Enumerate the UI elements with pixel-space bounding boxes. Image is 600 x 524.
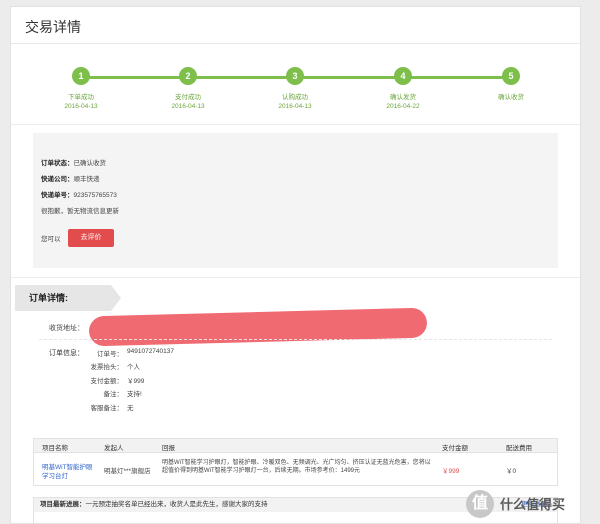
- field-value: 个人: [127, 364, 140, 371]
- paid-amount: ￥999: [442, 468, 460, 475]
- order-details-heading: 订单详情:: [15, 285, 121, 311]
- watermark-text: 什么值得买: [500, 497, 566, 512]
- column-header: 项目名称: [42, 445, 68, 452]
- courier-label: 快递公司：: [41, 176, 74, 183]
- tracking-label: 快递单号：: [41, 192, 74, 199]
- order-info-title: 订单信息：: [49, 350, 84, 357]
- project-link[interactable]: 明基WiT智能护眼学习台灯: [42, 463, 98, 481]
- trade-detail-page: 交易详情 1 下单成功 2016-04-13 2 支付成功 2016-04-13…: [10, 6, 581, 524]
- field-key: 发票抬头：: [90, 364, 124, 371]
- field-key: 客服备注：: [90, 405, 124, 412]
- step-label: 确认收货: [498, 94, 524, 101]
- review-prompt: 您可以: [41, 236, 61, 243]
- tag-arrow: [111, 285, 121, 311]
- project-table: 项目名称 发起人 回报 支付金额 配送费用 明基WiT智能护眼学习台灯 明基灯*…: [33, 438, 558, 486]
- watermark: 值 什么值得买: [466, 490, 596, 520]
- section-title: 订单详情:: [15, 285, 111, 311]
- step-label: 下单成功: [68, 94, 94, 101]
- step-label: 确认发货: [390, 94, 416, 101]
- field-key: 支付金额：: [90, 378, 124, 385]
- order-status: 订单状态：已确认收货: [41, 157, 106, 167]
- order-status-value: 已确认收货: [73, 160, 107, 167]
- field-key: 备注：: [103, 391, 124, 398]
- divider: [11, 124, 580, 125]
- courier-company: 快递公司：顺丰快递: [41, 173, 100, 183]
- column-header: 回报: [162, 445, 175, 452]
- watermark-logo-icon: 值: [466, 490, 494, 518]
- column-header: 支付金额: [442, 445, 468, 452]
- step-date: 2016-04-13: [171, 103, 205, 110]
- step-number: 1: [72, 67, 90, 85]
- step-label: 支付成功: [175, 94, 201, 101]
- courier-value: 顺丰快递: [73, 176, 100, 183]
- step-date: 2016-04-13: [278, 103, 312, 110]
- field-key: 订单号：: [97, 351, 123, 358]
- divider: [11, 277, 580, 278]
- step-5: 5 确认收货: [471, 67, 551, 103]
- step-date: 2016-04-22: [386, 103, 420, 110]
- latest-progress-text: 一元预定抽奖名单已经出来，收货人是此先生，感谢大家的支持: [85, 501, 268, 508]
- logistics-note: 很抱歉，暂无物流信息更新: [41, 208, 119, 215]
- shipping-fee: ￥0: [506, 468, 517, 475]
- field-value: ￥999: [127, 378, 145, 385]
- field-value: 无: [127, 405, 134, 412]
- redaction-mark: [88, 307, 428, 347]
- table-header: 项目名称 发起人 回报 支付金额 配送费用: [34, 439, 557, 453]
- step-number: 3: [286, 67, 304, 85]
- review-button[interactable]: 去评价: [68, 229, 114, 247]
- reward-description: 明基WiT智能学习护眼灯，智能护眼、冷暖双色、无频调光、光广均匀、挤压认证无蓝光…: [162, 460, 431, 474]
- tracking-value: 923575765573: [73, 192, 117, 199]
- order-status-label: 订单状态：: [41, 160, 74, 167]
- column-header: 发起人: [104, 445, 124, 452]
- initiator: 明基灯***旗舰店: [104, 468, 151, 475]
- divider: [39, 339, 552, 340]
- field-value: 9491072740137: [127, 348, 174, 355]
- step-number: 4: [394, 67, 412, 85]
- address-label: 收货地址：: [49, 325, 84, 332]
- step-1: 1 下单成功 2016-04-13: [41, 67, 121, 110]
- field-value: 支持!: [127, 391, 142, 398]
- step-4: 4 确认发货 2016-04-22: [363, 67, 443, 110]
- column-header: 配送费用: [506, 445, 532, 452]
- order-progress: 1 下单成功 2016-04-13 2 支付成功 2016-04-13 3 认购…: [11, 7, 580, 127]
- step-3: 3 认购成功 2016-04-13: [255, 67, 335, 110]
- step-date: 2016-04-13: [64, 103, 98, 110]
- step-label: 认购成功: [282, 94, 308, 101]
- step-number: 2: [179, 67, 197, 85]
- step-number: 5: [502, 67, 520, 85]
- latest-progress-label: 项目最新进展：: [40, 501, 86, 508]
- step-2: 2 支付成功 2016-04-13: [148, 67, 228, 110]
- order-status-panel: 订单状态：已确认收货 快递公司：顺丰快递 快递单号：923575765573 很…: [33, 133, 558, 268]
- tracking-number: 快递单号：923575765573: [41, 189, 117, 199]
